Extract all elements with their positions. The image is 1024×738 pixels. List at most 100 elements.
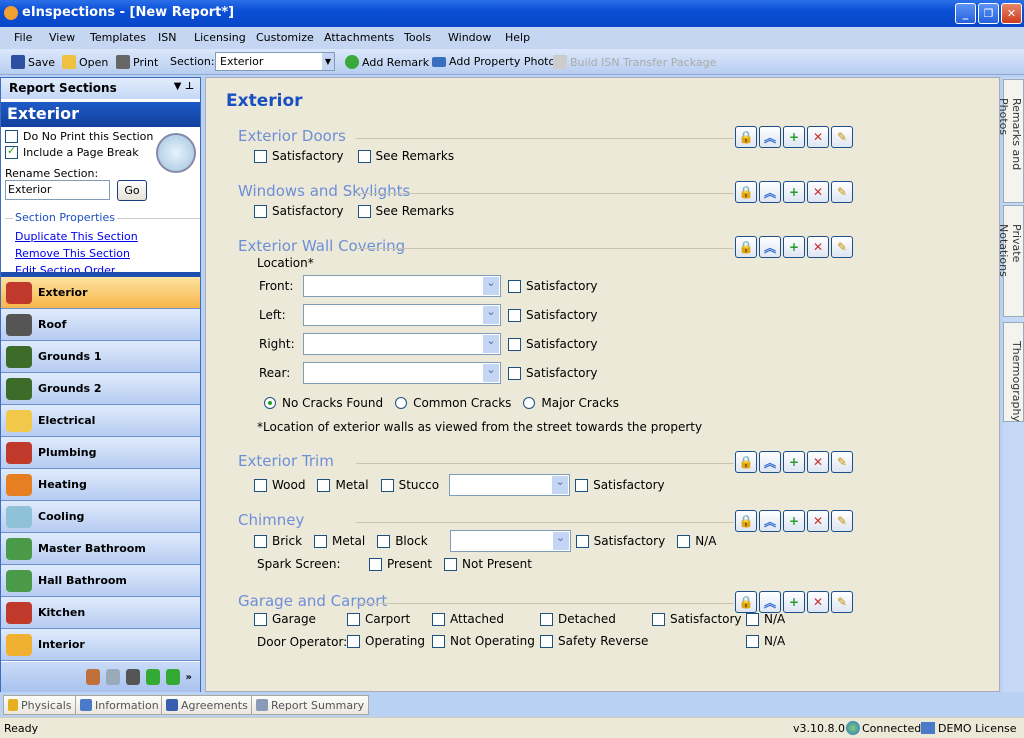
common-cracks-radio[interactable] <box>395 397 408 409</box>
menu-view[interactable]: View <box>49 31 75 44</box>
nav-item-kitchen[interactable]: Kitchen <box>1 597 200 629</box>
garage-option-checkbox[interactable]: Attached <box>432 612 504 626</box>
duplicate-section-link[interactable]: Duplicate This Section <box>15 230 138 243</box>
door-operator-checkbox[interactable]: Operating <box>347 634 425 648</box>
satisfactory-checkbox[interactable] <box>508 366 521 380</box>
trim-dropdown[interactable] <box>449 474 571 496</box>
add-icon[interactable]: + <box>783 236 805 258</box>
see-remarks-checkbox[interactable] <box>357 149 371 163</box>
delete-icon[interactable]: ✕ <box>807 126 829 148</box>
edit-pencil-icon[interactable]: ✎ <box>831 236 853 258</box>
lock-icon[interactable]: 🔒 <box>735 591 757 613</box>
close-button[interactable]: ✕ <box>1001 3 1022 24</box>
do-not-print-checkbox[interactable]: Do No Print this Section <box>5 130 153 143</box>
garage-option-checkbox[interactable]: N/A <box>746 612 785 626</box>
metal-checkbox[interactable] <box>314 534 328 548</box>
nav-item-grounds-2[interactable]: Grounds 2 <box>1 373 200 405</box>
delete-icon[interactable]: ✕ <box>807 451 829 473</box>
remove-section-link[interactable]: Remove This Section <box>15 247 130 260</box>
nav-item-plumbing[interactable]: Plumbing <box>1 437 200 469</box>
block-checkbox[interactable] <box>377 534 391 548</box>
door-operator-checkbox[interactable]: N/A <box>746 634 785 648</box>
collapse-icon[interactable]: ︽ <box>759 236 781 258</box>
edit-pencil-icon[interactable]: ✎ <box>831 591 853 613</box>
delete-icon[interactable]: ✕ <box>807 591 829 613</box>
major-cracks-radio[interactable] <box>523 397 536 409</box>
chevron-more-icon[interactable]: » <box>186 672 192 683</box>
collapse-icon[interactable]: ︽ <box>759 510 781 532</box>
edit-pencil-icon[interactable]: ✎ <box>831 451 853 473</box>
add-icon[interactable]: + <box>783 126 805 148</box>
menu-templates[interactable]: Templates <box>90 31 146 44</box>
lock-icon[interactable]: 🔒 <box>735 181 757 203</box>
add-icon[interactable]: + <box>783 451 805 473</box>
wall-location-dropdown[interactable] <box>303 362 501 384</box>
satisfactory-checkbox[interactable] <box>508 308 521 322</box>
door-operator-checkbox[interactable]: Safety Reverse <box>540 634 648 648</box>
section-select[interactable]: Exterior ▼ <box>215 52 335 71</box>
wall-location-dropdown[interactable] <box>303 333 501 355</box>
na-checkbox[interactable] <box>677 534 691 548</box>
menu-isn[interactable]: ISN <box>158 31 176 44</box>
tab-physicals[interactable]: Physicals <box>3 695 77 715</box>
section-icon[interactable] <box>85 669 100 685</box>
nav-item-grounds-1[interactable]: Grounds 1 <box>1 341 200 373</box>
garage-option-checkbox[interactable]: Garage <box>254 612 316 626</box>
minimize-button[interactable]: _ <box>955 3 976 24</box>
menu-help[interactable]: Help <box>505 31 530 44</box>
tab-thermography[interactable]: Thermography <box>1003 322 1024 422</box>
lock-icon[interactable]: 🔒 <box>735 126 757 148</box>
tab-remarks-and-photos[interactable]: Remarks and Photos <box>997 79 1024 203</box>
open-button[interactable]: Open <box>62 55 108 69</box>
nav-item-hall-bathroom[interactable]: Hall Bathroom <box>1 565 200 597</box>
build-isn-package-button[interactable]: Build ISN Transfer Package <box>553 55 716 69</box>
collapse-icon[interactable]: ︽ <box>759 451 781 473</box>
metal-checkbox[interactable] <box>317 478 331 492</box>
nav-item-heating[interactable]: Heating <box>1 469 200 501</box>
satisfactory-checkbox[interactable] <box>254 149 267 163</box>
tab-information[interactable]: Information <box>75 695 164 715</box>
tab-private-notations[interactable]: Private Notations <box>997 205 1024 317</box>
nav-item-cooling[interactable]: Cooling <box>1 501 200 533</box>
save-button[interactable]: Save <box>11 55 55 69</box>
page-break-checkbox[interactable]: Include a Page Break <box>5 144 139 159</box>
garage-option-checkbox[interactable]: Detached <box>540 612 616 626</box>
present-checkbox[interactable] <box>369 557 382 571</box>
add-remark-button[interactable]: Add Remark <box>345 55 429 69</box>
nav-item-roof[interactable]: Roof <box>1 309 200 341</box>
satisfactory-checkbox[interactable] <box>575 478 589 492</box>
lock-icon[interactable]: 🔒 <box>735 236 757 258</box>
rename-input[interactable]: Exterior <box>5 180 110 200</box>
go-button[interactable]: Go <box>117 180 147 201</box>
door-operator-checkbox[interactable]: Not Operating <box>432 634 535 648</box>
brick-checkbox[interactable] <box>254 534 267 548</box>
add-icon[interactable]: + <box>783 591 805 613</box>
menu-customize[interactable]: Customize <box>256 31 314 44</box>
section-icon[interactable] <box>125 669 140 685</box>
nav-item-master-bathroom[interactable]: Master Bathroom <box>1 533 200 565</box>
not-present-checkbox[interactable] <box>444 557 458 571</box>
add-property-photo-button[interactable]: Add Property Photo <box>432 55 555 68</box>
edit-pencil-icon[interactable]: ✎ <box>831 126 853 148</box>
add-icon[interactable]: + <box>783 510 805 532</box>
satisfactory-checkbox[interactable] <box>254 204 267 218</box>
menu-licensing[interactable]: Licensing <box>194 31 246 44</box>
print-button[interactable]: Print <box>116 55 158 69</box>
garage-option-checkbox[interactable]: Satisfactory <box>652 612 742 626</box>
nav-item-interior[interactable]: Interior <box>1 629 200 661</box>
pin-icon[interactable]: ▼ ⊥ <box>174 81 194 92</box>
section-icon[interactable] <box>105 669 120 685</box>
garage-option-checkbox[interactable]: Carport <box>347 612 410 626</box>
palm-tree-icon[interactable] <box>145 669 160 685</box>
nav-item-electrical[interactable]: Electrical <box>1 405 200 437</box>
edit-pencil-icon[interactable]: ✎ <box>831 181 853 203</box>
see-remarks-checkbox[interactable] <box>357 204 371 218</box>
tab-agreements[interactable]: Agreements <box>161 695 253 715</box>
delete-icon[interactable]: ✕ <box>807 181 829 203</box>
delete-icon[interactable]: ✕ <box>807 510 829 532</box>
menu-tools[interactable]: Tools <box>404 31 431 44</box>
delete-icon[interactable]: ✕ <box>807 236 829 258</box>
satisfactory-checkbox[interactable] <box>575 534 589 548</box>
menu-file[interactable]: File <box>14 31 32 44</box>
collapse-icon[interactable]: ︽ <box>759 591 781 613</box>
